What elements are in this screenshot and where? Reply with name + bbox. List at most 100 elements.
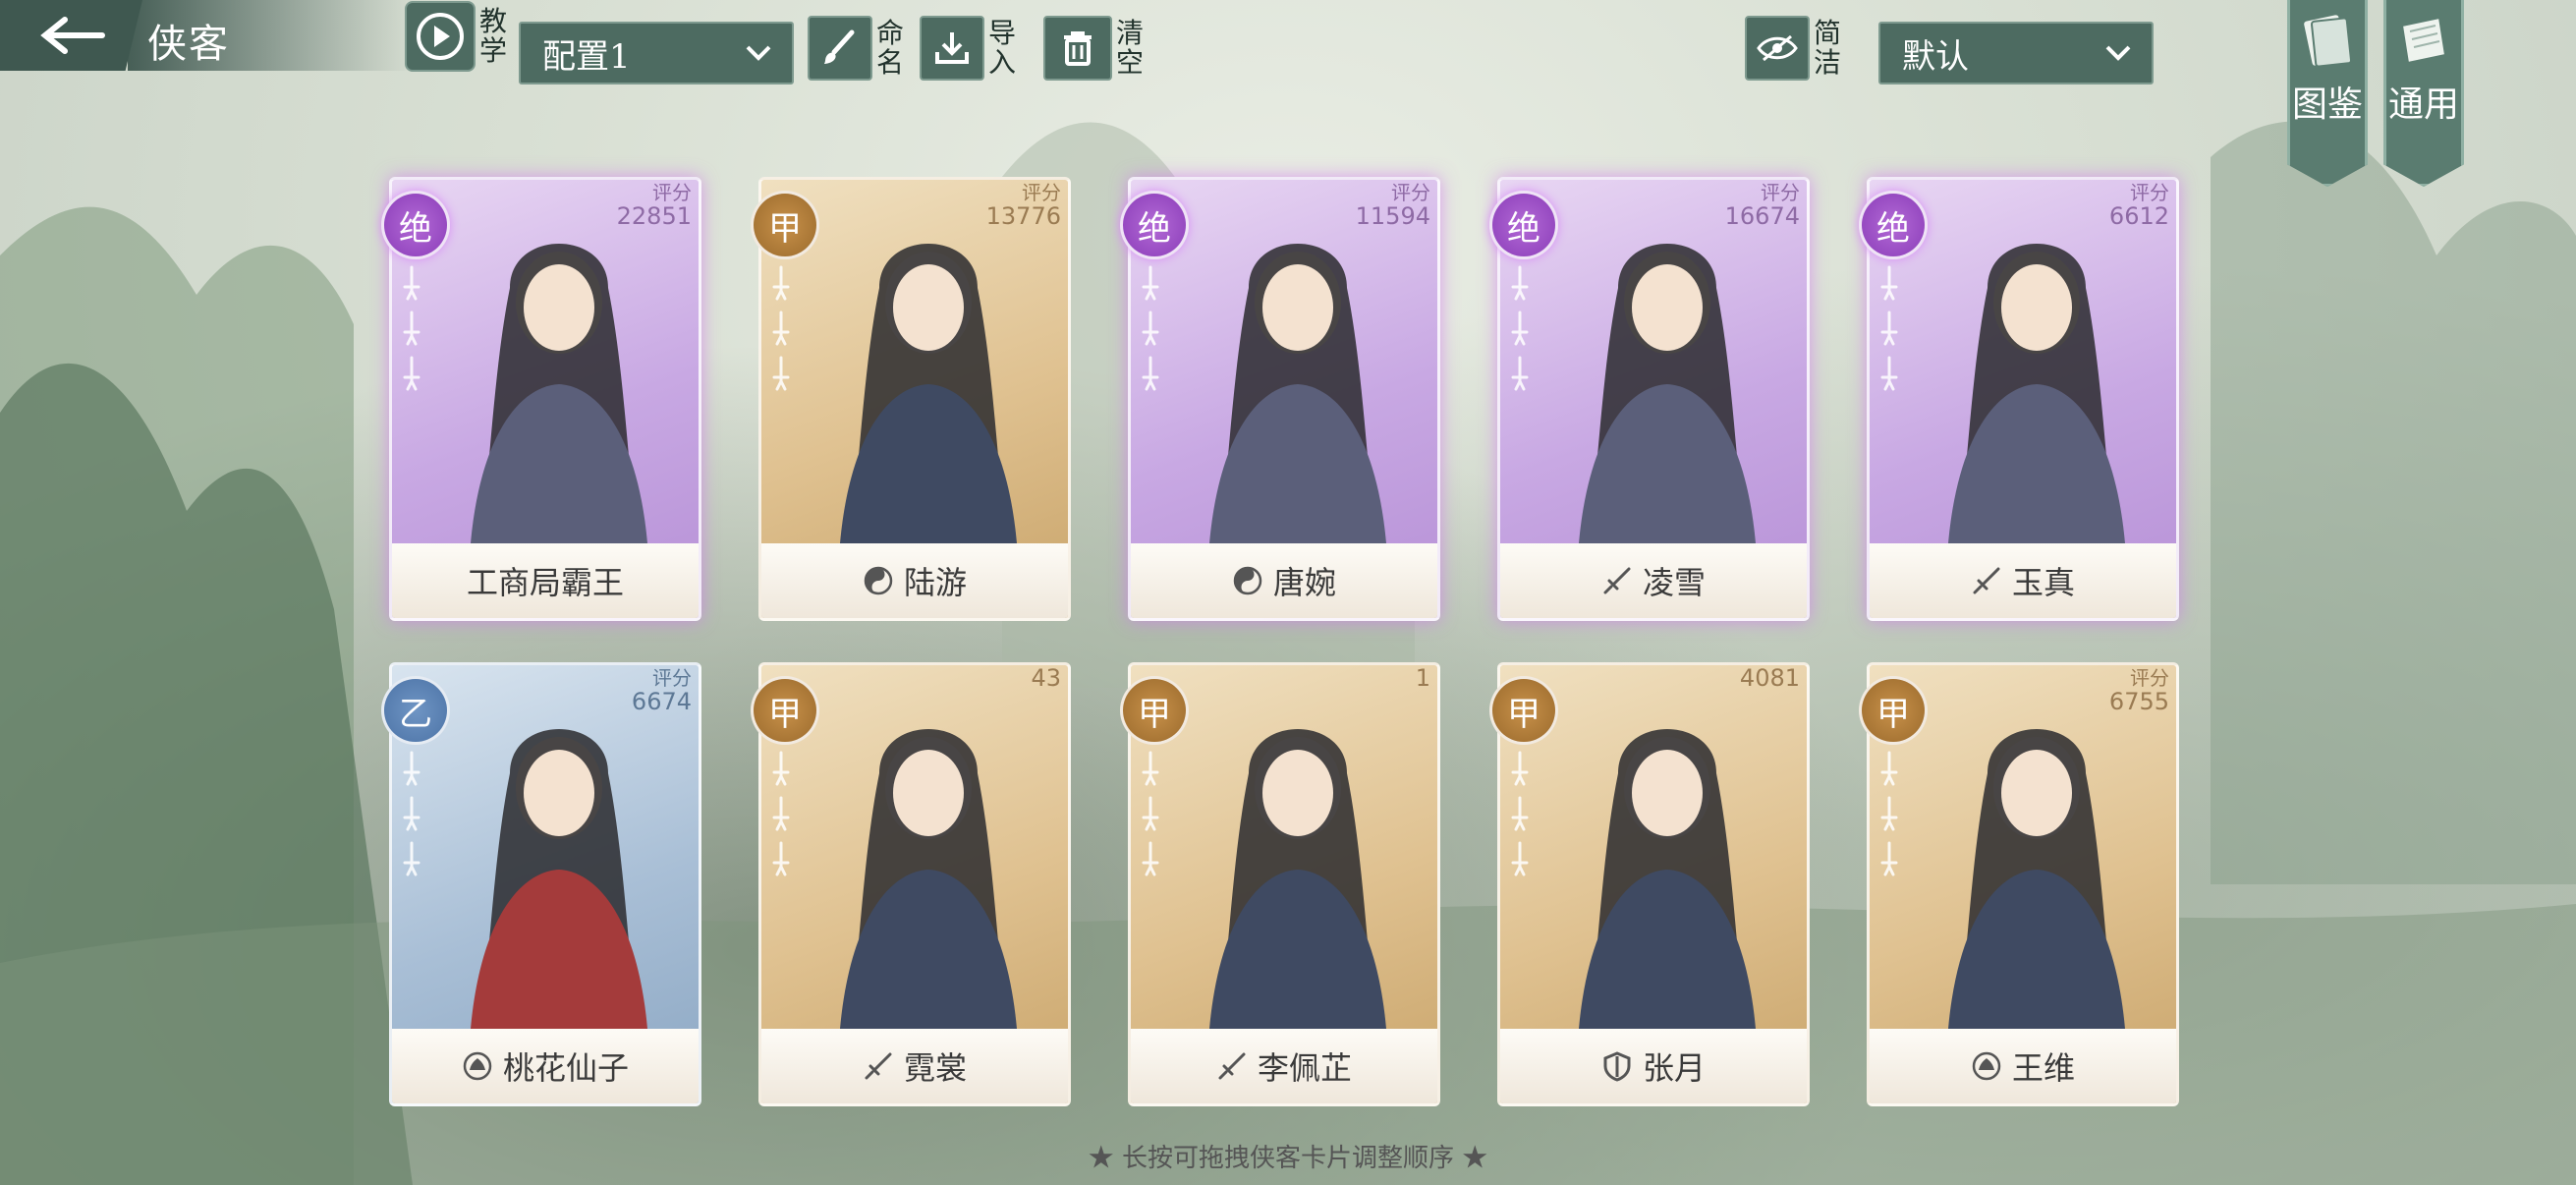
download-icon <box>935 32 969 64</box>
star-sword-icon <box>399 310 424 346</box>
import-button[interactable]: 导入 <box>920 16 1018 81</box>
hero-portrait <box>1579 729 1756 1029</box>
sword-icon <box>1218 1052 1246 1080</box>
star-level <box>768 265 804 391</box>
config-select[interactable]: 配置1 <box>519 22 794 85</box>
score-value: 6755 <box>2108 688 2169 715</box>
hero-portrait <box>1948 244 2125 543</box>
card-namebar: 工商局霸王 <box>392 543 699 618</box>
star-sword-icon <box>1138 796 1163 831</box>
star-sword-icon <box>1507 265 1533 301</box>
star-level <box>1138 265 1173 391</box>
star-level <box>1876 751 1912 876</box>
rank-badge: 甲 <box>1489 676 1558 745</box>
score-label: 评分 <box>652 666 692 690</box>
play-icon <box>417 13 464 60</box>
rank-badge: 甲 <box>1859 676 1928 745</box>
tab-general[interactable]: 通用 <box>2383 0 2464 187</box>
hero-card[interactable]: 桃花仙子 乙 评分 6674 <box>381 662 701 1106</box>
star-sword-icon <box>1507 751 1533 786</box>
star-sword-icon <box>768 265 794 301</box>
tab-codex[interactable]: 图鉴 <box>2287 0 2368 187</box>
hero-portrait <box>471 729 647 1029</box>
score-display: 评分 22851 <box>617 181 692 228</box>
rank-badge: 甲 <box>1120 676 1189 745</box>
star-sword-icon <box>1876 310 1902 346</box>
score-label: 评分 <box>1761 181 1800 204</box>
card-namebar: 陆游 <box>761 543 1068 618</box>
sword-icon <box>1973 567 2000 594</box>
tutorial-button[interactable]: 教学 <box>405 1 509 72</box>
score-value: 13776 <box>985 202 1061 230</box>
hero-portrait <box>840 244 1017 543</box>
rank-badge: 绝 <box>1120 191 1189 259</box>
drag-hint: ★ 长按可拖拽侠客卡片调整顺序 ★ <box>1088 1144 1488 1173</box>
rank-badge: 甲 <box>751 676 819 745</box>
hero-card[interactable]: 工商局霸王 绝 评分 22851 <box>381 177 701 621</box>
hero-name: 李佩芷 <box>1257 1049 1352 1087</box>
score-value: 43 <box>1031 664 1061 692</box>
book-icon <box>2304 15 2353 68</box>
hero-name: 霓裳 <box>903 1049 967 1087</box>
score-value: 22851 <box>616 202 692 230</box>
score-value: 6674 <box>631 688 692 715</box>
star-level <box>1876 265 1912 391</box>
star-level <box>399 265 434 391</box>
star-sword-icon <box>399 356 424 391</box>
hero-portrait <box>1209 729 1386 1029</box>
card-namebar: 王维 <box>1870 1029 2176 1103</box>
simplify-toggle[interactable]: 简洁 <box>1745 16 1843 81</box>
card-namebar: 唐婉 <box>1131 543 1437 618</box>
sort-select[interactable]: 默认 <box>1878 22 2154 85</box>
rank-badge: 甲 <box>751 191 819 259</box>
star-sword-icon <box>1138 265 1163 301</box>
star-level <box>1507 265 1542 391</box>
card-namebar: 霓裳 <box>761 1029 1068 1103</box>
hero-card[interactable]: 霓裳 甲 43 <box>751 662 1071 1106</box>
card-namebar: 张月 <box>1500 1029 1807 1103</box>
star-sword-icon <box>1876 751 1902 786</box>
hero-name: 桃花仙子 <box>502 1049 629 1087</box>
star-sword-icon <box>399 841 424 876</box>
back-arrow-icon <box>39 17 105 54</box>
hero-card[interactable]: 玉真 绝 评分 6612 <box>1859 177 2179 621</box>
scroll-icon <box>2400 16 2447 65</box>
hero-portrait <box>1209 244 1386 543</box>
hero-name: 玉真 <box>2011 564 2075 601</box>
clear-button[interactable]: 清空 <box>1043 16 1146 81</box>
score-display: 43 <box>1031 666 1061 690</box>
hero-portrait <box>840 729 1017 1029</box>
star-level <box>768 751 804 876</box>
trash-icon <box>1064 31 1092 66</box>
star-sword-icon <box>768 796 794 831</box>
taiji-icon <box>1233 566 1262 595</box>
hero-card[interactable]: 张月 甲 4081 <box>1489 662 1810 1106</box>
star-sword-icon <box>1138 356 1163 391</box>
hero-name: 唐婉 <box>1272 564 1336 601</box>
hero-name: 工商局霸王 <box>466 564 624 601</box>
brush-icon <box>824 29 855 64</box>
hero-name: 陆游 <box>903 564 967 601</box>
sword-icon <box>1603 567 1631 594</box>
hero-portrait <box>471 244 647 543</box>
back-button[interactable] <box>0 0 142 71</box>
hero-card[interactable]: 李佩芷 甲 1 <box>1120 662 1440 1106</box>
hero-card[interactable]: 陆游 甲 评分 13776 <box>751 177 1071 621</box>
rename-button[interactable]: 命名 <box>808 16 906 81</box>
hero-card[interactable]: 唐婉 绝 评分 11594 <box>1120 177 1440 621</box>
star-level <box>399 751 434 876</box>
score-display: 评分 11594 <box>1356 181 1430 228</box>
hero-card[interactable]: 凌雪 绝 评分 16674 <box>1489 177 1810 621</box>
score-label: 评分 <box>2130 666 2169 690</box>
score-display: 评分 13776 <box>986 181 1061 228</box>
star-sword-icon <box>1876 265 1902 301</box>
page-title: 侠客 <box>147 22 230 67</box>
hero-card[interactable]: 王维 甲 评分 6755 <box>1859 662 2179 1106</box>
sword-icon <box>865 1052 892 1080</box>
card-namebar: 玉真 <box>1870 543 2176 618</box>
star-sword-icon <box>1507 310 1533 346</box>
star-sword-icon <box>1138 310 1163 346</box>
card-namebar: 凌雪 <box>1500 543 1807 618</box>
shield-icon <box>1603 1051 1631 1082</box>
score-label: 评分 <box>1022 181 1061 204</box>
